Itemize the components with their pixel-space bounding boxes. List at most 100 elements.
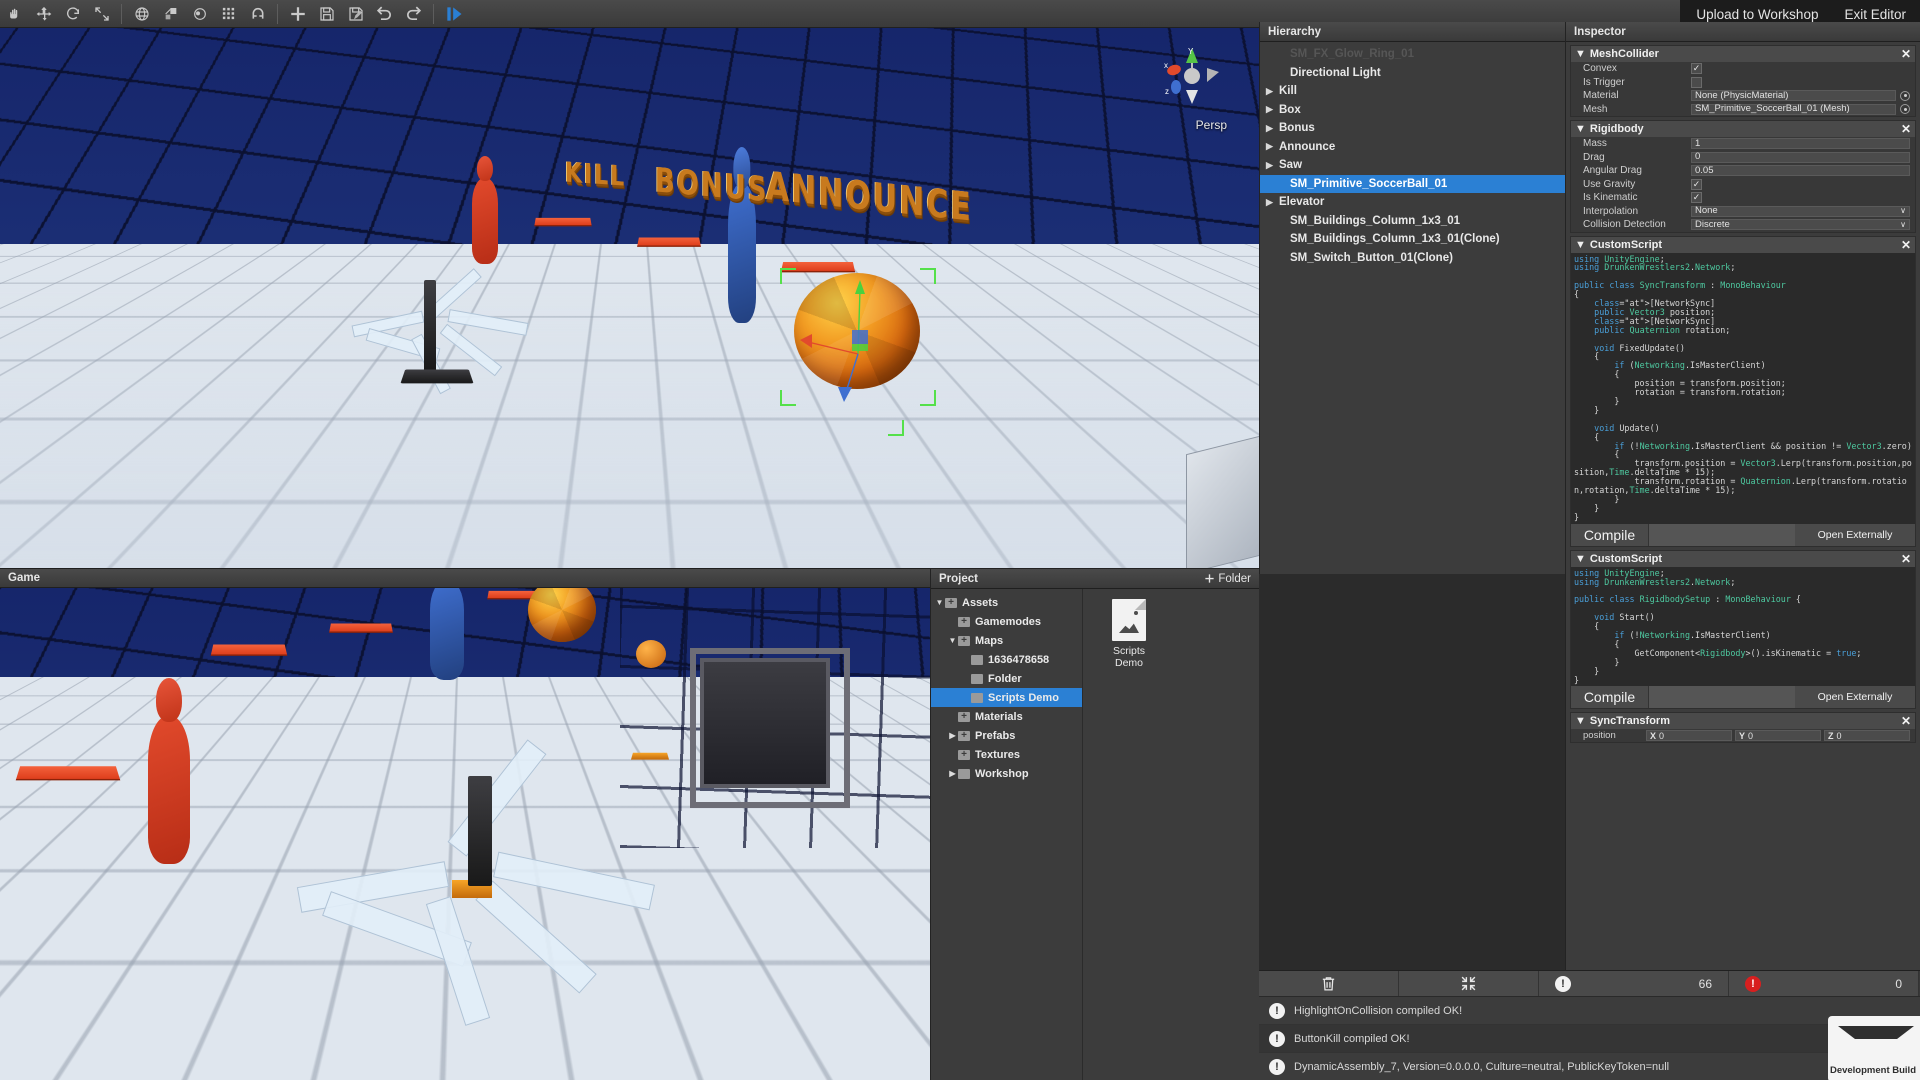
vector-z-field[interactable]: Z0 xyxy=(1824,730,1910,742)
object-picker-icon[interactable] xyxy=(1900,90,1910,101)
hierarchy-item[interactable]: ▶ Bonus xyxy=(1260,119,1565,138)
chevron-right-icon[interactable]: ▶ xyxy=(947,731,958,740)
project-tree-item[interactable]: ▼ Assets xyxy=(931,593,1082,612)
saw-base[interactable] xyxy=(400,369,474,384)
open-externally-button[interactable]: Open Externally xyxy=(1795,686,1915,709)
checkbox[interactable] xyxy=(1691,76,1702,88)
hierarchy-item[interactable]: ▶ Box xyxy=(1260,101,1565,120)
spawn-pad[interactable] xyxy=(637,237,701,247)
elevator-object[interactable] xyxy=(1186,431,1259,568)
clear-console-button[interactable] xyxy=(1259,971,1399,996)
magnet-icon[interactable] xyxy=(243,1,272,27)
text-field[interactable]: 0 xyxy=(1691,151,1910,163)
warning-filter-button[interactable]: ! 66 xyxy=(1539,971,1729,996)
console-log-list[interactable]: ! HighlightOnCollision compiled OK!! Butto… xyxy=(1259,997,1920,1080)
chevron-right-icon[interactable]: ▶ xyxy=(1266,104,1277,115)
saw-pillar[interactable] xyxy=(424,280,436,372)
axis-gizmo[interactable]: x z Y xyxy=(1161,46,1223,108)
checkbox[interactable]: ✓ xyxy=(1691,178,1702,190)
text-field[interactable]: 0.05 xyxy=(1691,165,1910,177)
console-log-row[interactable]: ! DynamicAssembly_7, Version=0.0.0.0, Cul… xyxy=(1259,1053,1920,1080)
pivot-icon[interactable] xyxy=(156,1,185,27)
chevron-down-icon[interactable]: ▼ xyxy=(1575,239,1586,251)
move-gizmo[interactable] xyxy=(800,274,930,404)
chevron-right-icon[interactable]: ▶ xyxy=(1266,160,1277,171)
project-tree-item[interactable]: Scripts Demo xyxy=(931,688,1082,707)
close-icon[interactable]: ✕ xyxy=(1901,553,1911,565)
vector-x-field[interactable]: X0 xyxy=(1646,730,1732,742)
hierarchy-item[interactable]: ▶ Saw xyxy=(1260,156,1565,175)
hierarchy-item[interactable]: ▶SM_Buildings_Column_1x3_01 xyxy=(1260,212,1565,231)
move-tool-icon[interactable] xyxy=(29,1,58,27)
game-view-tab[interactable]: Game xyxy=(0,568,930,588)
globe-icon[interactable] xyxy=(127,1,156,27)
object-field[interactable]: SM_Primitive_SoccerBall_01 (Mesh) xyxy=(1691,103,1896,115)
component-header[interactable]: ▼ CustomScript ✕ xyxy=(1571,550,1915,567)
hierarchy-item[interactable]: ▶ Elevator xyxy=(1260,193,1565,212)
dropdown-field[interactable]: None ∨ xyxy=(1691,205,1910,217)
project-tree-item[interactable]: Gamemodes xyxy=(931,612,1082,631)
close-icon[interactable]: ✕ xyxy=(1901,48,1911,60)
script-code-block[interactable]: using UnityEngine; using DrunkenWrestler… xyxy=(1571,252,1915,524)
project-tree-item[interactable]: ▼ Maps xyxy=(931,631,1082,650)
component-header[interactable]: ▼ CustomScript ✕ xyxy=(1571,236,1915,253)
compile-button[interactable]: Compile xyxy=(1571,686,1649,709)
compile-button[interactable]: Compile xyxy=(1571,523,1649,546)
plus-icon[interactable] xyxy=(283,1,312,27)
scene-view[interactable]: KILL BONUS ANNOUNCE x z Y Persp xyxy=(0,28,1259,568)
chevron-down-icon[interactable]: ▼ xyxy=(947,636,958,645)
chevron-down-icon[interactable]: ▼ xyxy=(1575,123,1586,135)
collapse-console-button[interactable] xyxy=(1399,971,1539,996)
chevron-down-icon[interactable]: ▼ xyxy=(1575,715,1586,727)
project-tree-item[interactable]: Textures xyxy=(931,745,1082,764)
chevron-right-icon[interactable]: ▶ xyxy=(1266,123,1277,134)
play-icon[interactable] xyxy=(439,1,468,27)
hand-tool-icon[interactable] xyxy=(0,1,29,27)
chevron-right-icon[interactable]: ▶ xyxy=(1266,141,1277,152)
rotate-tool-icon[interactable] xyxy=(58,1,87,27)
add-folder-button[interactable]: Folder xyxy=(1204,573,1251,585)
upload-to-workshop-button[interactable]: Upload to Workshop xyxy=(1696,7,1818,22)
object-picker-icon[interactable] xyxy=(1900,104,1910,115)
close-icon[interactable]: ✕ xyxy=(1901,715,1911,727)
grid-icon[interactable] xyxy=(214,1,243,27)
redo-icon[interactable] xyxy=(399,1,428,27)
save-icon[interactable] xyxy=(312,1,341,27)
chevron-down-icon[interactable]: ▼ xyxy=(934,598,945,607)
project-tree-item[interactable]: ▶ Workshop xyxy=(931,764,1082,783)
component-header[interactable]: ▼ SyncTransform ✕ xyxy=(1571,713,1915,730)
project-tree-item[interactable]: Folder xyxy=(931,669,1082,688)
component-header[interactable]: ▼ Rigidbody ✕ xyxy=(1571,121,1915,137)
project-tree-item[interactable]: 1636478658 xyxy=(931,650,1082,669)
text-field[interactable]: 1 xyxy=(1691,138,1910,150)
dropdown-field[interactable]: Discrete ∨ xyxy=(1691,219,1910,231)
spawn-pad[interactable] xyxy=(534,217,592,227)
hierarchy-item[interactable]: ▶SM_FX_Glow_Ring_01 xyxy=(1260,45,1565,64)
open-externally-button[interactable]: Open Externally xyxy=(1795,523,1915,546)
checkbox[interactable]: ✓ xyxy=(1691,63,1702,75)
script-code-block[interactable]: using UnityEngine; using DrunkenWrestler… xyxy=(1571,566,1915,687)
scale-tool-icon[interactable] xyxy=(87,1,116,27)
game-view[interactable]: KILL BONUS ANNOUNCE xyxy=(0,588,930,1080)
asset-item[interactable]: Scripts Demo xyxy=(1101,599,1157,669)
close-icon[interactable]: ✕ xyxy=(1901,123,1911,135)
vertex-snap-icon[interactable] xyxy=(185,1,214,27)
red-wrestler[interactable] xyxy=(472,155,498,264)
checkbox[interactable]: ✓ xyxy=(1691,192,1702,204)
hierarchy-item[interactable]: ▶ Kill xyxy=(1260,82,1565,101)
undo-icon[interactable] xyxy=(370,1,399,27)
hierarchy-item[interactable]: ▶Directional Light xyxy=(1260,64,1565,83)
error-filter-button[interactable]: ! 0 xyxy=(1729,971,1919,996)
exit-editor-button[interactable]: Exit Editor xyxy=(1844,7,1906,22)
object-field[interactable]: None (PhysicMaterial) xyxy=(1691,90,1896,102)
close-icon[interactable]: ✕ xyxy=(1901,239,1911,251)
chevron-right-icon[interactable]: ▶ xyxy=(1266,197,1277,208)
vector-y-field[interactable]: Y0 xyxy=(1735,730,1821,742)
hierarchy-item[interactable]: ▶SM_Switch_Button_01(Clone) xyxy=(1260,249,1565,268)
console-log-row[interactable]: ! HighlightOnCollision compiled OK! xyxy=(1259,997,1920,1025)
chevron-right-icon[interactable]: ▶ xyxy=(1266,86,1277,97)
chevron-down-icon[interactable]: ▼ xyxy=(1575,48,1586,60)
hierarchy-item[interactable]: ▶SM_Primitive_SoccerBall_01 xyxy=(1260,174,1565,193)
save-as-icon[interactable] xyxy=(341,1,370,27)
chevron-down-icon[interactable]: ▼ xyxy=(1575,553,1586,565)
